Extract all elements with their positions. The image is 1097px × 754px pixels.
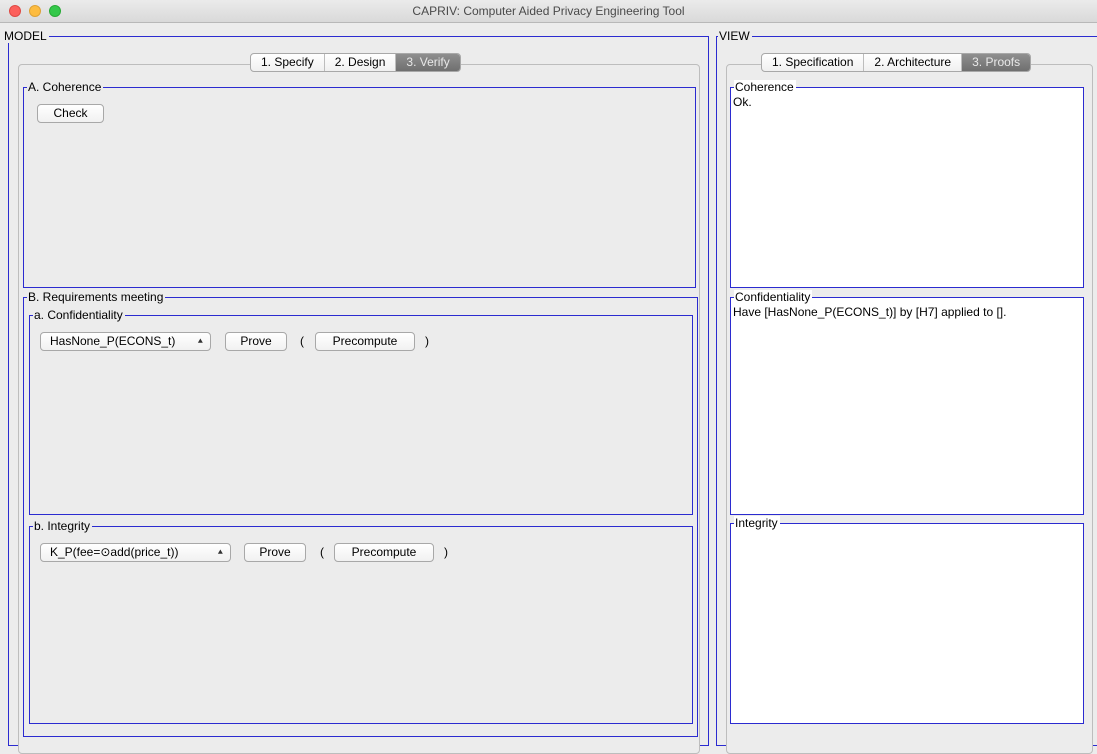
view-integrity-panel: Integrity bbox=[730, 516, 1084, 724]
confidentiality-selected-value: HasNone_P(ECONS_t) bbox=[50, 334, 176, 348]
view-section-label: VIEW bbox=[718, 29, 752, 43]
confidentiality-section: a. Confidentiality HasNone_P(ECONS_t) ⯅︎… bbox=[29, 308, 693, 515]
window-titlebar: CAPRIV: Computer Aided Privacy Engineeri… bbox=[0, 0, 1097, 23]
view-coherence-label: Coherence bbox=[734, 80, 796, 94]
tab-verify[interactable]: 3. Verify bbox=[396, 54, 460, 71]
confidentiality-precompute-button[interactable]: Precompute bbox=[315, 332, 415, 351]
view-coherence-text: Ok. bbox=[733, 95, 752, 109]
requirements-section-label: B. Requirements meeting bbox=[27, 290, 166, 304]
integrity-prove-button[interactable]: Prove bbox=[244, 543, 306, 562]
integrity-selected-value: K_P(fee=⊙add(price_t)) bbox=[50, 545, 179, 559]
view-confidentiality-label: Confidentiality bbox=[734, 290, 813, 304]
tab-architecture[interactable]: 2. Architecture bbox=[864, 54, 963, 71]
model-tabs: 1. Specify 2. Design 3. Verify bbox=[250, 53, 461, 72]
close-paren: ) bbox=[444, 545, 448, 559]
check-button[interactable]: Check bbox=[37, 104, 104, 123]
tab-proofs[interactable]: 3. Proofs bbox=[962, 54, 1031, 71]
integrity-section-label: b. Integrity bbox=[33, 519, 93, 533]
tab-specification[interactable]: 1. Specification bbox=[762, 54, 865, 71]
open-paren: ( bbox=[300, 334, 304, 348]
close-paren: ) bbox=[425, 334, 429, 348]
view-confidentiality-panel: Confidentiality Have [HasNone_P(ECONS_t)… bbox=[730, 290, 1084, 515]
window-title: CAPRIV: Computer Aided Privacy Engineeri… bbox=[412, 4, 685, 18]
integrity-section: b. Integrity K_P(fee=⊙add(price_t)) ⯅︎ P… bbox=[29, 519, 693, 724]
integrity-requirement-select[interactable]: K_P(fee=⊙add(price_t)) ⯅︎ bbox=[40, 543, 231, 562]
select-arrows-icon: ⯅︎ bbox=[196, 336, 204, 346]
confidentiality-requirement-select[interactable]: HasNone_P(ECONS_t) ⯅︎ bbox=[40, 332, 211, 351]
confidentiality-section-label: a. Confidentiality bbox=[33, 308, 125, 322]
tab-design[interactable]: 2. Design bbox=[325, 54, 397, 71]
view-confidentiality-text: Have [HasNone_P(ECONS_t)] by [H7] applie… bbox=[733, 305, 1007, 319]
coherence-section-label: A. Coherence bbox=[27, 80, 104, 94]
confidentiality-prove-button[interactable]: Prove bbox=[225, 332, 287, 351]
view-tabs: 1. Specification 2. Architecture 3. Proo… bbox=[761, 53, 1032, 72]
select-arrows-icon: ⯅︎ bbox=[216, 547, 224, 557]
view-coherence-panel: Coherence Ok. bbox=[730, 80, 1084, 288]
tab-specify[interactable]: 1. Specify bbox=[251, 54, 325, 71]
view-integrity-label: Integrity bbox=[734, 516, 780, 530]
open-paren: ( bbox=[320, 545, 324, 559]
coherence-section: A. Coherence Check bbox=[23, 80, 696, 288]
integrity-precompute-button[interactable]: Precompute bbox=[334, 543, 434, 562]
model-section-label: MODEL bbox=[3, 29, 49, 43]
